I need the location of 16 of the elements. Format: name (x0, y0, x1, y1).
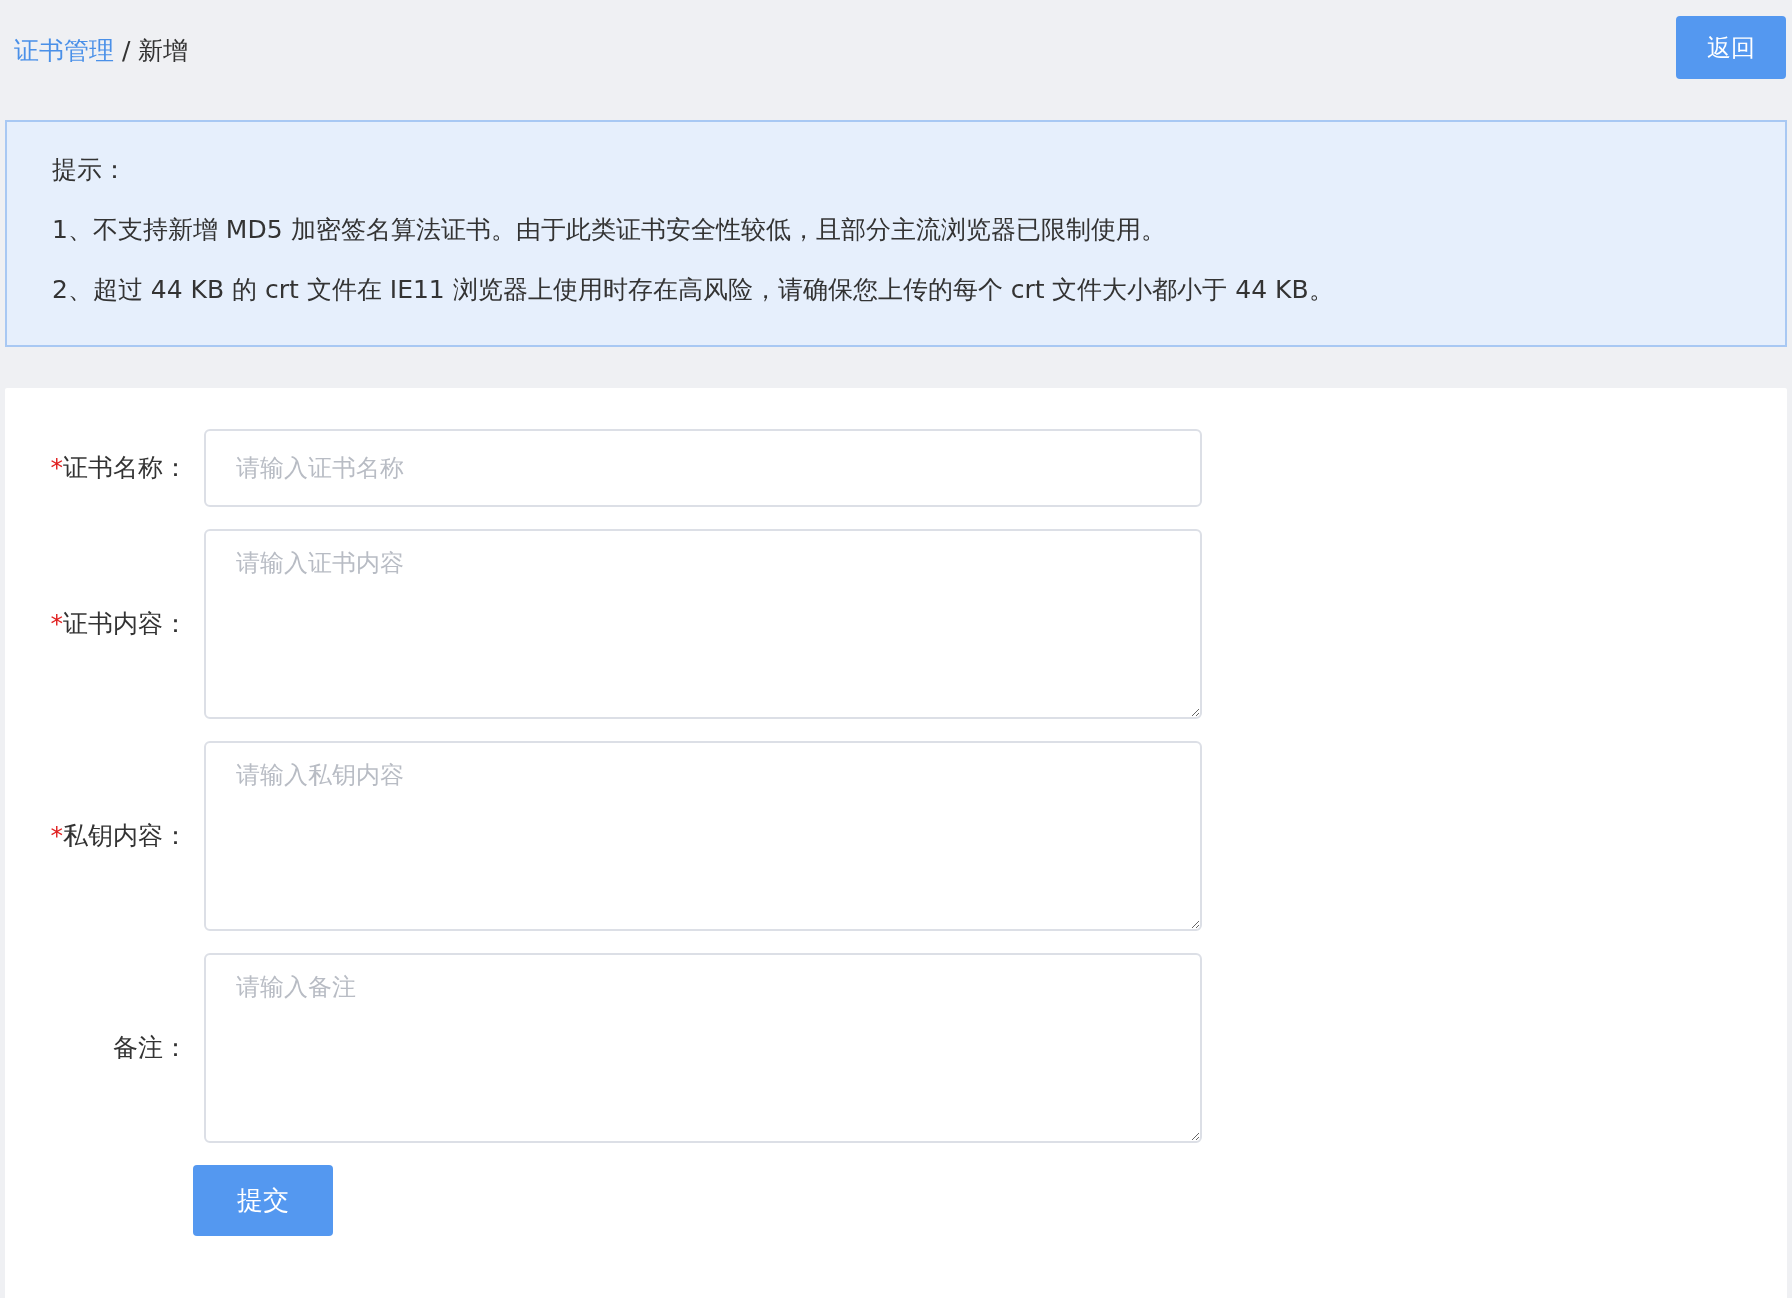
notice-text: 2、超过 44 KB 的 crt 文件在 IE11 浏览器上使用时存在高风险，请确保您上传的每个 crt 文件大小都小于 44 KB。 (52, 274, 1335, 306)
notice-title: 提示： (52, 154, 128, 186)
text-input-field[interactable]: 请输入证书名称 (204, 429, 1202, 507)
breadcrumb-link[interactable]: 证书管理 (14, 32, 114, 70)
field-label: *私钥内容： (49, 820, 189, 853)
breadcrumb-text: / (122, 35, 131, 67)
field-label: 备注： (112, 1032, 189, 1065)
text-area-field[interactable]: 请输入私钥内容 (204, 741, 1202, 931)
submit-button[interactable]: 提交 (193, 1165, 333, 1236)
notice-text: 1、不支持新增 MD5 加密签名算法证书。由于此类证书安全性较低，且部分主流浏览器已限制使用。 (52, 214, 1167, 246)
text-area-field[interactable]: 请输入证书内容 (204, 529, 1202, 719)
back-button[interactable]: 返回 (1676, 16, 1786, 79)
text-area-field[interactable]: 请输入备注 (204, 953, 1202, 1143)
breadcrumb-text: 新增 (138, 35, 189, 67)
field-label: *证书内容： (49, 608, 189, 641)
field-label: *证书名称： (49, 452, 189, 485)
